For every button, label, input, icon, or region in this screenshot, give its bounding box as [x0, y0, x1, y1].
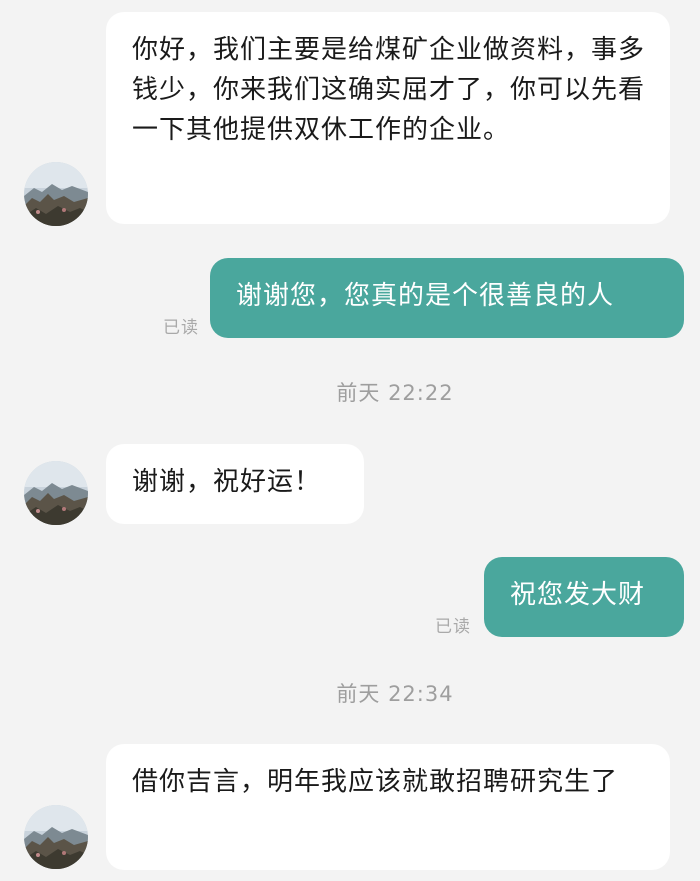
- incoming-message-bubble[interactable]: 谢谢，祝好运！: [106, 444, 364, 524]
- read-receipt: 已读: [163, 318, 199, 338]
- message-text: 你好，我们主要是给煤矿企业做资料，事多钱少，你来我们这确实屈才了，你可以先看一下…: [132, 35, 646, 145]
- timestamp-divider: 前天 22:22: [336, 381, 454, 405]
- outgoing-message-bubble[interactable]: 谢谢您，您真的是个很善良的人: [210, 258, 684, 338]
- incoming-message-bubble[interactable]: 你好，我们主要是给煤矿企业做资料，事多钱少，你来我们这确实屈才了，你可以先看一下…: [106, 12, 670, 224]
- message-text: 借你吉言，明年我应该就敢招聘研究生了: [132, 767, 619, 797]
- incoming-message-bubble[interactable]: 借你吉言，明年我应该就敢招聘研究生了: [106, 744, 670, 870]
- outgoing-message-bubble[interactable]: 祝您发大财: [484, 557, 684, 637]
- contact-avatar[interactable]: [24, 461, 88, 525]
- mountain-landscape-avatar-icon: [24, 805, 88, 869]
- message-text: 谢谢，祝好运！: [132, 467, 322, 497]
- message-text: 祝您发大财: [510, 580, 646, 610]
- timestamp-divider: 前天 22:34: [336, 682, 454, 706]
- contact-avatar[interactable]: [24, 805, 88, 869]
- read-receipt: 已读: [435, 617, 471, 637]
- mountain-landscape-avatar-icon: [24, 461, 88, 525]
- mountain-landscape-avatar-icon: [24, 162, 88, 226]
- message-text: 谢谢您，您真的是个很善良的人: [236, 281, 615, 311]
- contact-avatar[interactable]: [24, 162, 88, 226]
